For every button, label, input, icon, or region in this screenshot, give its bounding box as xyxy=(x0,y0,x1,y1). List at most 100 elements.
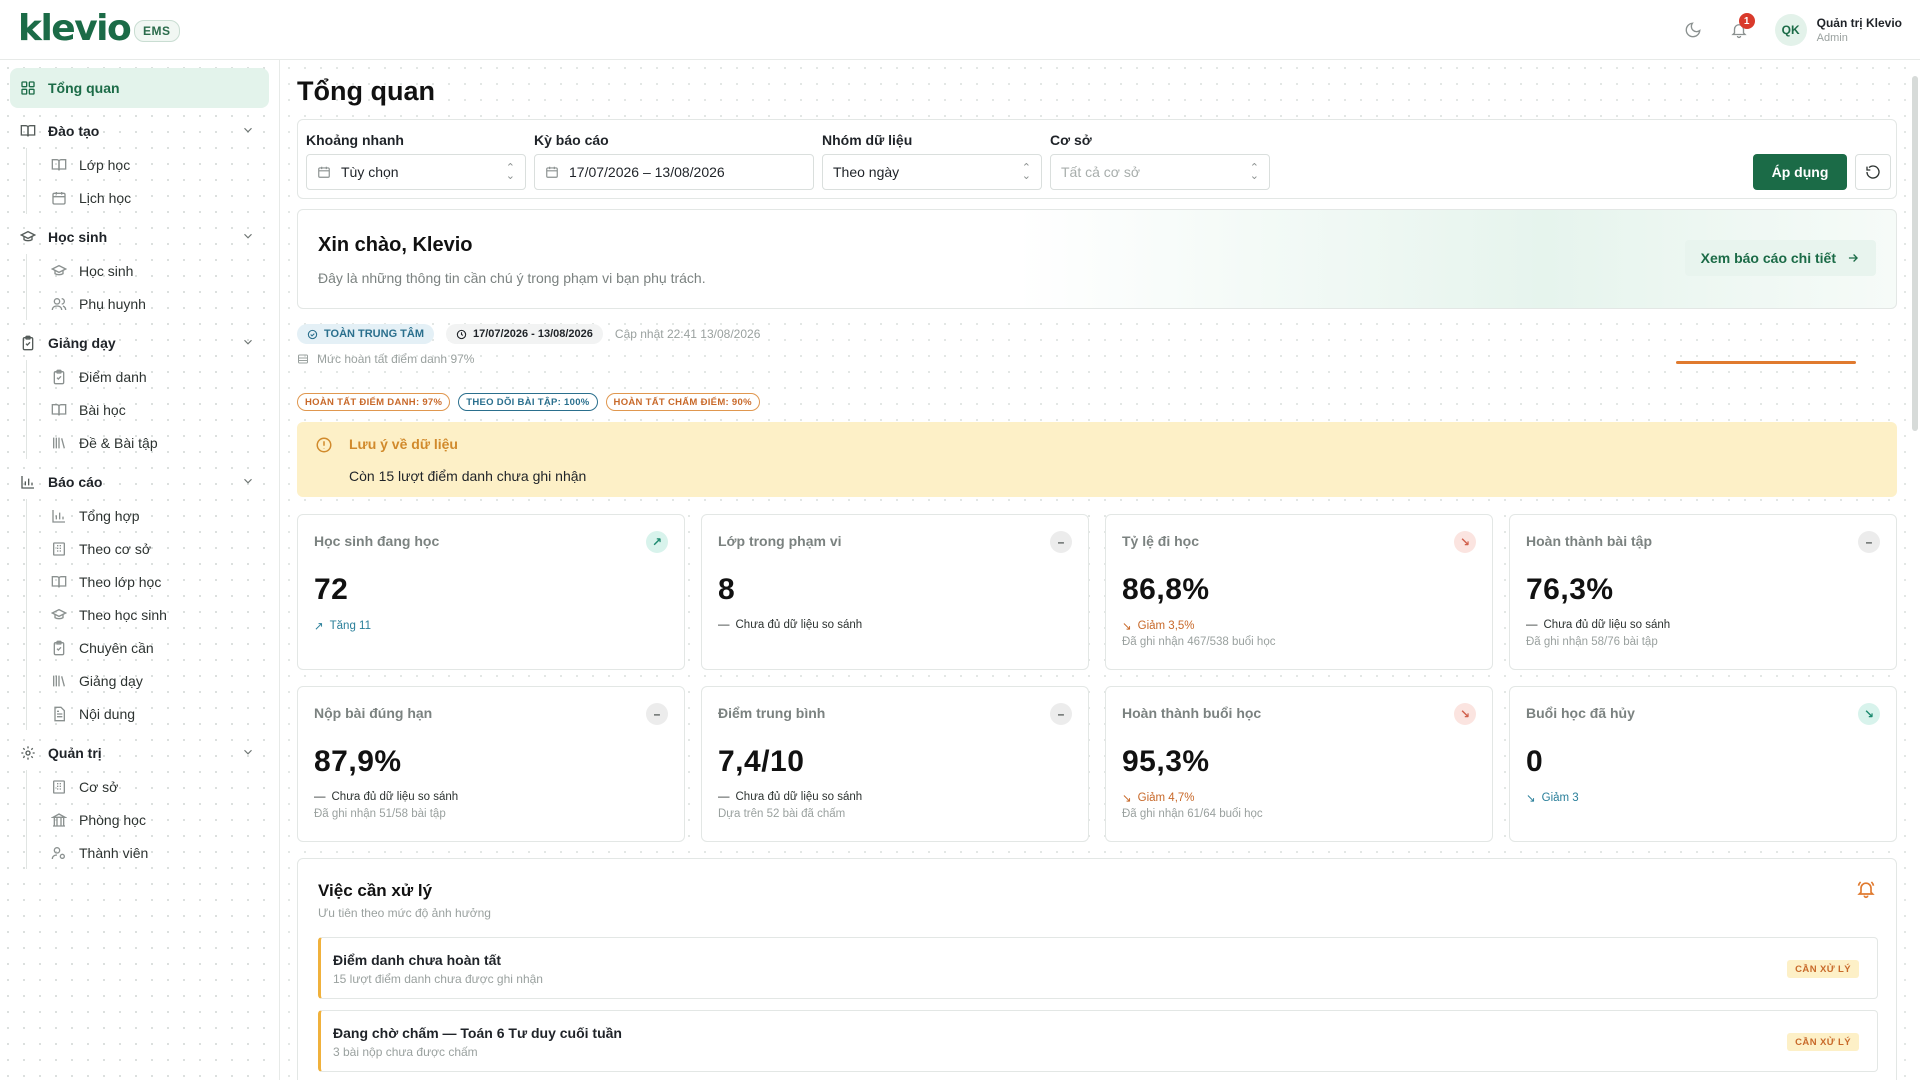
building-icon xyxy=(51,779,67,795)
kpi-value: 72 xyxy=(314,573,349,606)
data-group-select[interactable]: Theo ngày ⌃ ⌄ xyxy=(822,154,1042,190)
kpi-label: Nộp bài đúng hạn xyxy=(314,705,433,721)
library-icon xyxy=(51,673,67,689)
dark-mode-toggle[interactable] xyxy=(1679,16,1707,44)
list-icon xyxy=(298,354,308,364)
kpi-delta: ↗ Tăng 11 xyxy=(314,619,371,633)
clipboard-check-icon xyxy=(51,369,67,385)
sidebar-item-lich-hoc[interactable]: Lịch học xyxy=(41,181,269,214)
attendance-summary-text: Mức hoàn tất điểm danh 97% xyxy=(317,352,475,366)
kpi-label: Điểm trung bình xyxy=(718,705,826,721)
task-description: 3 bài nộp chưa được chấm xyxy=(333,1045,478,1059)
tasks-subtitle: Ưu tiên theo mức độ ảnh hưởng xyxy=(318,906,491,920)
progress-indicator xyxy=(1676,361,1856,364)
status-tags: HOÀN TẤT ĐIỂM DANH: 97% THEO DÕI BÀI TẬP… xyxy=(297,393,760,411)
sidebar-item-label: Giảng dạy xyxy=(79,672,143,689)
updated-timestamp: Cập nhật 22:41 13/08/2026 xyxy=(614,327,761,341)
sidebar-item-tong-hop[interactable]: Tổng hợp xyxy=(41,499,269,532)
sidebar-item-giang-day-report[interactable]: Giảng dạy xyxy=(41,664,269,697)
welcome-title: Xin chào, Klevio xyxy=(318,234,473,256)
sidebar: Tổng quan Đào tạo Lớp học Lịch học Học s… xyxy=(0,60,280,1080)
calendar-icon xyxy=(318,166,330,178)
sidebar-group-quan-tri[interactable]: Quản trị xyxy=(10,736,269,770)
kpi-card-active-students[interactable]: Học sinh đang học ↗ 72 ↗ Tăng 11 xyxy=(297,514,685,670)
kpi-card-classes[interactable]: Lớp trong phạm vi – 8 — Chưa đủ dữ liệu s… xyxy=(701,514,1089,670)
sidebar-item-theo-hoc-sinh[interactable]: Theo học sinh xyxy=(41,598,269,631)
sidebar-group-hoc-sinh[interactable]: Học sinh xyxy=(10,220,269,254)
sidebar-item-phong-hoc[interactable]: Phòng học xyxy=(41,803,269,836)
chevron-down-icon xyxy=(244,339,252,345)
top-right-actions: 1 QK Quản trị Klevio Admin xyxy=(1679,0,1902,60)
sidebar-item-hoc-sinh[interactable]: Học sinh xyxy=(41,254,269,287)
task-title: Điểm danh chưa hoàn tất xyxy=(333,952,502,968)
task-item[interactable]: Đang chờ chấm — Toán 6 Tư duy cuối tuần … xyxy=(318,1010,1878,1072)
bell-ring-icon xyxy=(1857,881,1875,899)
clock-icon xyxy=(456,329,467,339)
sidebar-item-lop-hoc[interactable]: Lớp học xyxy=(41,148,269,181)
sidebar-item-noi-dung[interactable]: Nội dung xyxy=(41,697,269,730)
logo[interactable]: klevio xyxy=(18,8,132,49)
refresh-icon xyxy=(1866,165,1880,179)
sidebar-group-giang-day[interactable]: Giảng dạy xyxy=(10,326,269,360)
sidebar-group-dao-tao[interactable]: Đào tạo xyxy=(10,114,269,148)
sidebar-item-tong-quan[interactable]: Tổng quan xyxy=(10,68,269,108)
sidebar-group-bao-cao[interactable]: Báo cáo xyxy=(10,465,269,499)
sidebar-item-phu-huynh[interactable]: Phụ huynh xyxy=(41,287,269,320)
tasks-title: Việc cần xử lý xyxy=(318,881,433,900)
kpi-card-session-completion[interactable]: Hoàn thành buổi học ↘ 95,3% ↘ Giảm 4,7% Đ… xyxy=(1105,686,1493,842)
sidebar-item-co-so[interactable]: Cơ sở xyxy=(41,770,269,803)
notifications-button[interactable]: 1 xyxy=(1725,13,1755,44)
user-menu[interactable]: QK Quản trị Klevio Admin xyxy=(1774,14,1902,46)
kpi-value: 0 xyxy=(1526,745,1544,778)
scope-label: TOÀN TRUNG TÂM xyxy=(324,328,425,340)
book-open-icon xyxy=(51,157,67,173)
sidebar-item-diem-danh[interactable]: Điểm danh xyxy=(41,360,269,393)
kpi-card-homework-completion[interactable]: Hoàn thành bài tập – 76,3% — Chưa đủ dữ l… xyxy=(1509,514,1897,670)
alert-body: Còn 15 lượt điểm danh chưa ghi nhận xyxy=(349,468,587,484)
notification-count: 1 xyxy=(1738,13,1755,29)
sidebar-item-label: Tổng quan xyxy=(48,80,120,96)
site-select[interactable]: Tất cả cơ sở ⌃ ⌄ xyxy=(1050,154,1270,190)
scrollbar[interactable] xyxy=(1912,76,1918,431)
kpi-delta: — Chưa đủ dữ liệu so sánh xyxy=(1526,619,1670,631)
trend-flat-icon: – xyxy=(1050,531,1072,553)
sidebar-item-label: Theo học sinh xyxy=(79,606,167,623)
sidebar-item-thanh-vien[interactable]: Thành viên xyxy=(41,836,269,869)
filter-bar: Khoảng nhanh Tùy chọn ⌃ ⌄ Kỳ báo cáo 17/0… xyxy=(297,119,1897,199)
task-item[interactable]: Điểm danh chưa hoàn tất 15 lượt điểm dan… xyxy=(318,937,1878,999)
report-period-input[interactable]: 17/07/2026 – 13/08/2026 xyxy=(534,154,814,190)
data-group-value: Theo ngày xyxy=(833,164,900,180)
kpi-card-average-score[interactable]: Điểm trung bình – 7,4/10 — Chưa đủ dữ liệ… xyxy=(701,686,1089,842)
kpi-card-on-time-submission[interactable]: Nộp bài đúng hạn – 87,9% — Chưa đủ dữ liệ… xyxy=(297,686,685,842)
sidebar-item-chuyen-can[interactable]: Chuyên cần xyxy=(41,631,269,664)
kpi-card-cancelled-sessions[interactable]: Buổi học đã hủy ↘ 0 ↘ Giảm 3 xyxy=(1509,686,1897,842)
sidebar-item-label: Điểm danh xyxy=(79,368,147,385)
sidebar-item-de-bai-tap[interactable]: Đề & Bài tập xyxy=(41,426,269,459)
arrow-up-right-icon: ↗ xyxy=(314,621,324,633)
status-badge: THEO DÕI BÀI TẬP: 100% xyxy=(458,393,598,411)
quick-range-select[interactable]: Tùy chọn ⌃ ⌄ xyxy=(306,154,526,190)
welcome-subtitle: Đây là những thông tin cần chú ý trong p… xyxy=(318,270,706,286)
sidebar-item-label: Cơ sở xyxy=(79,778,119,795)
sidebar-item-bai-hoc[interactable]: Bài học xyxy=(41,393,269,426)
sidebar-item-theo-co-so[interactable]: Theo cơ sở xyxy=(41,532,269,565)
kpi-value: 95,3% xyxy=(1122,745,1210,778)
trend-flat-icon: – xyxy=(646,703,668,725)
sidebar-item-label: Học sinh xyxy=(79,262,134,279)
graduation-cap-icon xyxy=(51,263,67,279)
book-icon xyxy=(20,123,36,139)
site-label: Cơ sở xyxy=(1050,132,1092,148)
welcome-banner: Xin chào, Klevio Đây là những thông tin … xyxy=(297,209,1897,309)
kpi-card-attendance-rate[interactable]: Tỷ lệ đi học ↘ 86,8% ↘ Giảm 3,5% Đã ghi n… xyxy=(1105,514,1493,670)
reset-button[interactable] xyxy=(1855,154,1891,190)
view-report-link[interactable]: Xem báo cáo chi tiết xyxy=(1684,240,1876,276)
status-badge: HOÀN TẤT ĐIỂM DANH: 97% xyxy=(297,393,451,411)
sidebar-group-label: Giảng dạy xyxy=(48,335,116,351)
user-name: Quản trị Klevio xyxy=(1816,16,1902,30)
report-period-value: 17/07/2026 – 13/08/2026 xyxy=(569,164,725,180)
apply-button[interactable]: Áp dụng xyxy=(1753,154,1847,190)
sidebar-item-theo-lop-hoc[interactable]: Theo lớp học xyxy=(41,565,269,598)
bar-chart-icon xyxy=(51,508,67,524)
chevron-down-icon xyxy=(244,478,252,484)
sidebar-item-label: Theo lớp học xyxy=(79,573,162,590)
